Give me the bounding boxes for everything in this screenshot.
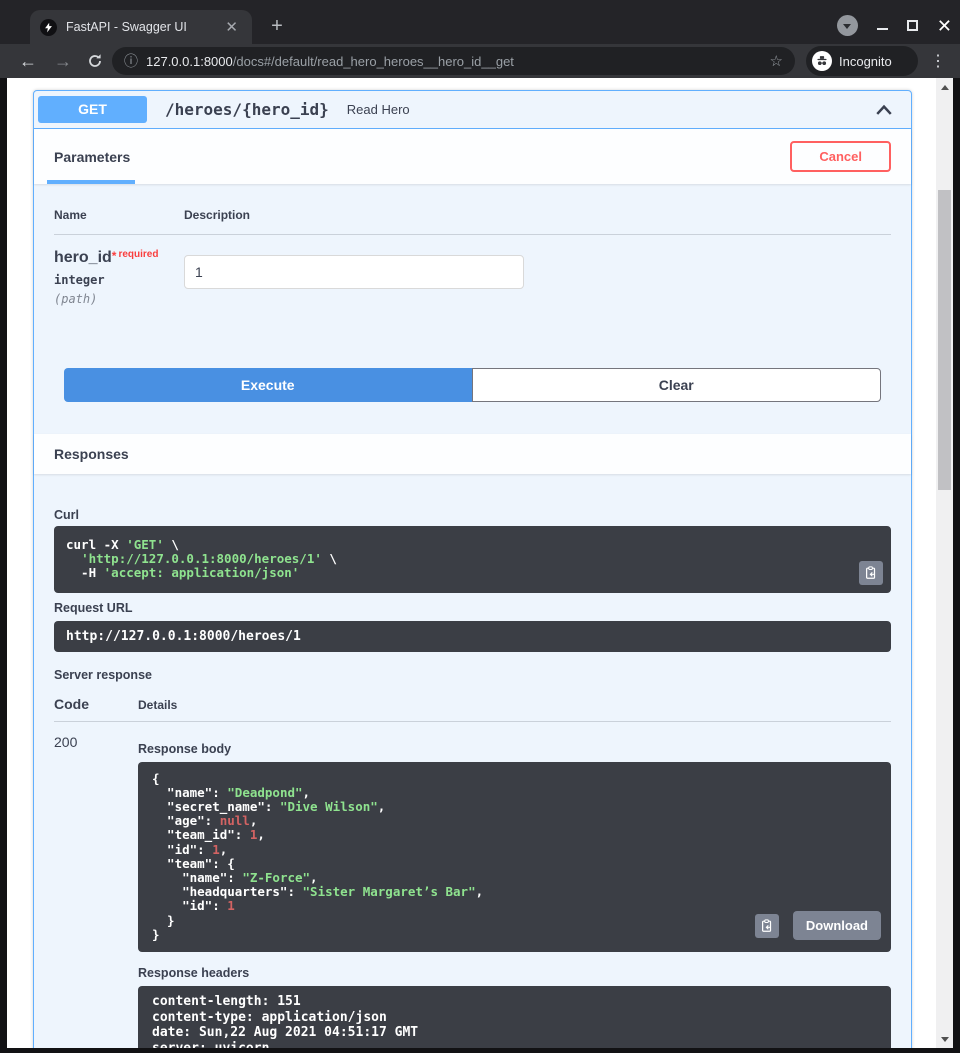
response-headers-label: Response headers xyxy=(138,966,891,980)
hero-id-input[interactable] xyxy=(184,255,524,289)
column-description: Description xyxy=(184,208,891,222)
response-body-label: Response body xyxy=(138,742,891,756)
active-tab-underline xyxy=(47,180,135,184)
server-response-label: Server response xyxy=(54,668,891,682)
window-minimize-icon[interactable] xyxy=(877,28,888,30)
incognito-icon xyxy=(812,51,832,71)
parameters-title: Parameters xyxy=(54,149,130,165)
tab-title: FastAPI - Swagger UI xyxy=(66,20,221,34)
method-badge: GET xyxy=(38,96,147,123)
url-path: /docs#/default/read_hero_heroes__hero_id… xyxy=(233,54,514,69)
response-headers-block: content-length: 151content-type: applica… xyxy=(138,986,891,1048)
window-maximize-icon[interactable] xyxy=(907,20,918,31)
responses-body: Curl curl -X 'GET' \ 'http://127.0.0.1:8… xyxy=(34,474,911,1048)
parameters-header: Parameters Cancel xyxy=(34,129,911,184)
required-star: * xyxy=(112,249,117,263)
responses-header: Responses xyxy=(34,434,911,474)
param-name: hero_id*required xyxy=(54,249,184,267)
cancel-button[interactable]: Cancel xyxy=(790,141,891,172)
site-info-icon[interactable]: ⓘ xyxy=(124,51,138,71)
copy-response-button[interactable] xyxy=(755,914,779,938)
tab-search-icon[interactable] xyxy=(837,15,858,36)
param-type: integer xyxy=(54,273,184,287)
server-response-row: 200 Response body { "name": "Deadpond", … xyxy=(54,722,891,1048)
copy-curl-button[interactable] xyxy=(859,561,883,585)
curl-label: Curl xyxy=(54,508,891,522)
back-icon[interactable]: ← xyxy=(15,44,41,78)
scroll-up-icon[interactable] xyxy=(936,80,953,94)
responses-title: Responses xyxy=(54,446,129,462)
incognito-label: Incognito xyxy=(839,54,892,69)
request-url-block: http://127.0.0.1:8000/heroes/1 xyxy=(54,621,891,652)
param-location: (path) xyxy=(54,292,184,306)
collapse-chevron-icon[interactable] xyxy=(875,103,893,117)
column-name: Name xyxy=(54,208,184,222)
column-code: Code xyxy=(54,696,138,712)
scrollbar-thumb[interactable] xyxy=(938,190,951,490)
page-scrollbar[interactable] xyxy=(936,78,953,1048)
url-text[interactable]: 127.0.0.1:8000/docs#/default/read_hero_h… xyxy=(146,54,762,69)
response-body-block: { "name": "Deadpond", "secret_name": "Di… xyxy=(138,762,891,952)
page-content: GET /heroes/{hero_id} Read Hero Paramete… xyxy=(7,78,953,1048)
request-url-value: http://127.0.0.1:8000/heroes/1 xyxy=(66,629,301,644)
tab-close-icon[interactable]: ✕ xyxy=(221,20,242,35)
incognito-badge: Incognito xyxy=(806,46,918,76)
browser-tab[interactable]: FastAPI - Swagger UI ✕ xyxy=(30,10,252,44)
opblock-get-heroes: GET /heroes/{hero_id} Read Hero Paramete… xyxy=(33,90,912,1048)
scroll-down-icon[interactable] xyxy=(936,1032,953,1046)
endpoint-summary: Read Hero xyxy=(347,102,875,117)
browser-tab-strip: FastAPI - Swagger UI ✕ + ✕ xyxy=(0,0,960,44)
parameter-row: hero_id*required integer (path) xyxy=(54,235,891,306)
url-bar[interactable]: ⓘ 127.0.0.1:8000/docs#/default/read_hero… xyxy=(112,47,795,75)
reload-icon[interactable] xyxy=(82,44,108,78)
download-button[interactable]: Download xyxy=(793,911,881,940)
opblock-summary[interactable]: GET /heroes/{hero_id} Read Hero xyxy=(34,91,911,129)
clear-button[interactable]: Clear xyxy=(472,368,882,402)
window-close-icon[interactable]: ✕ xyxy=(937,17,952,35)
browser-menu-icon[interactable]: ⋮ xyxy=(928,46,948,76)
endpoint-path: /heroes/{hero_id} xyxy=(165,100,329,119)
execute-button[interactable]: Execute xyxy=(64,368,472,402)
column-details: Details xyxy=(138,698,891,712)
browser-toolbar: ← → ⓘ 127.0.0.1:8000/docs#/default/read_… xyxy=(0,44,960,78)
bookmark-star-icon[interactable]: ☆ xyxy=(770,52,783,70)
required-label: required xyxy=(118,249,158,260)
url-host: 127.0.0.1:8000 xyxy=(146,54,233,69)
forward-icon[interactable]: → xyxy=(50,44,76,78)
curl-command-block: curl -X 'GET' \ 'http://127.0.0.1:8000/h… xyxy=(54,526,891,593)
request-url-label: Request URL xyxy=(54,601,891,615)
new-tab-button[interactable]: + xyxy=(264,13,290,39)
fastapi-favicon-icon xyxy=(40,19,57,36)
status-code: 200 xyxy=(54,734,138,1048)
parameters-body: Name Description hero_id*required intege… xyxy=(34,184,911,434)
